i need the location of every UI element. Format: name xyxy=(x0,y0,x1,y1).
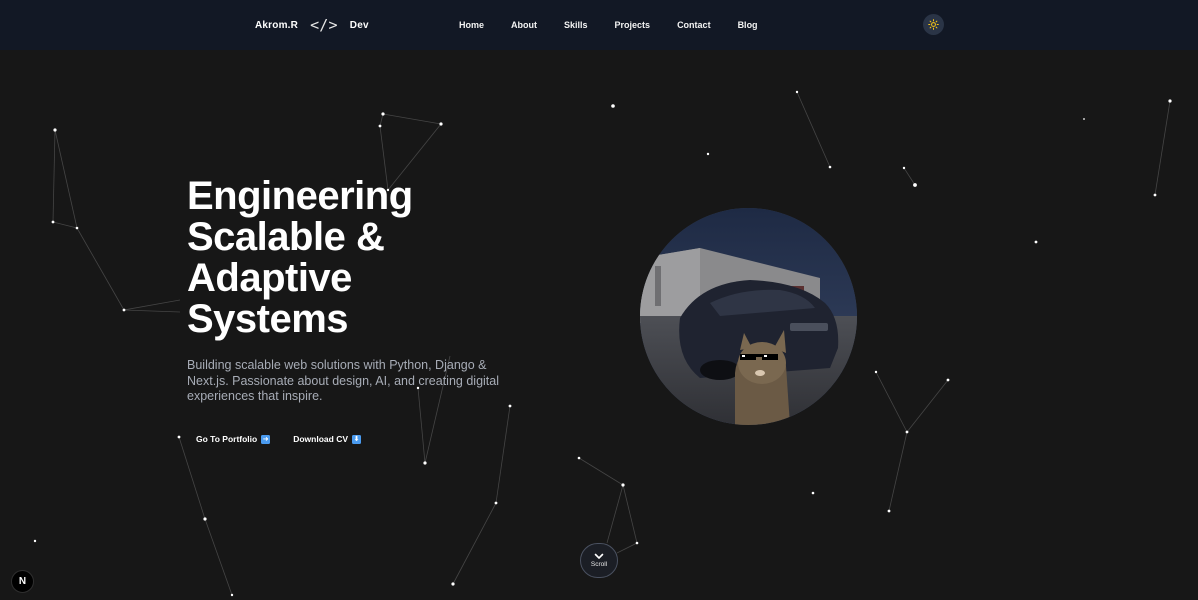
profile-photo-illustration xyxy=(640,208,857,425)
download-cv-button[interactable]: Download CV ⬇ xyxy=(293,434,361,444)
scroll-down-button[interactable]: Scroll xyxy=(580,543,618,578)
chevron-down-icon xyxy=(594,553,604,559)
hero-title-line: Adaptive xyxy=(187,256,352,300)
brand-suffix: Dev xyxy=(349,19,369,31)
nav-link-home[interactable]: Home xyxy=(459,20,484,30)
download-cv-label: Download CV xyxy=(293,434,348,444)
profile-photo xyxy=(640,208,857,425)
arrow-right-icon: ➜ xyxy=(261,434,271,444)
hero-title-line: Engineering xyxy=(187,174,413,218)
nav-link-about[interactable]: About xyxy=(511,20,537,30)
go-to-portfolio-label: Go To Portfolio xyxy=(196,434,258,444)
nav-link-blog[interactable]: Blog xyxy=(738,20,758,30)
sun-icon xyxy=(928,19,939,30)
nav-link-skills[interactable]: Skills xyxy=(564,20,588,30)
hero-title-line: Systems xyxy=(187,297,349,341)
particle-network-background xyxy=(33,90,1172,597)
hero-title: Engineering Scalable & Adaptive Systems xyxy=(187,176,507,340)
brand-name: Akrom.R xyxy=(255,19,299,31)
nav-link-projects[interactable]: Projects xyxy=(615,20,651,30)
go-to-portfolio-button[interactable]: Go To Portfolio ➜ xyxy=(196,434,271,444)
page: Akrom.R </> Dev Home About Skills Projec… xyxy=(0,0,1198,600)
hero-subtitle: Building scalable web solutions with Pyt… xyxy=(187,358,499,403)
nav-link-contact[interactable]: Contact xyxy=(677,20,711,30)
scroll-label: Scroll xyxy=(590,561,608,568)
main-nav: Home About Skills Projects Contact Blog xyxy=(459,0,785,50)
top-navbar: Akrom.R </> Dev Home About Skills Projec… xyxy=(0,0,1198,50)
hero-actions: Go To Portfolio ➜ Download CV ⬇ xyxy=(196,434,361,444)
brand-logo[interactable]: Akrom.R </> Dev xyxy=(255,0,369,50)
nextjs-dev-badge[interactable]: N xyxy=(11,570,34,593)
theme-toggle-button[interactable] xyxy=(923,14,944,35)
code-brackets-icon: </> xyxy=(310,16,338,34)
arrow-down-icon: ⬇ xyxy=(352,434,361,444)
hero-title-line: Scalable & xyxy=(187,215,385,259)
